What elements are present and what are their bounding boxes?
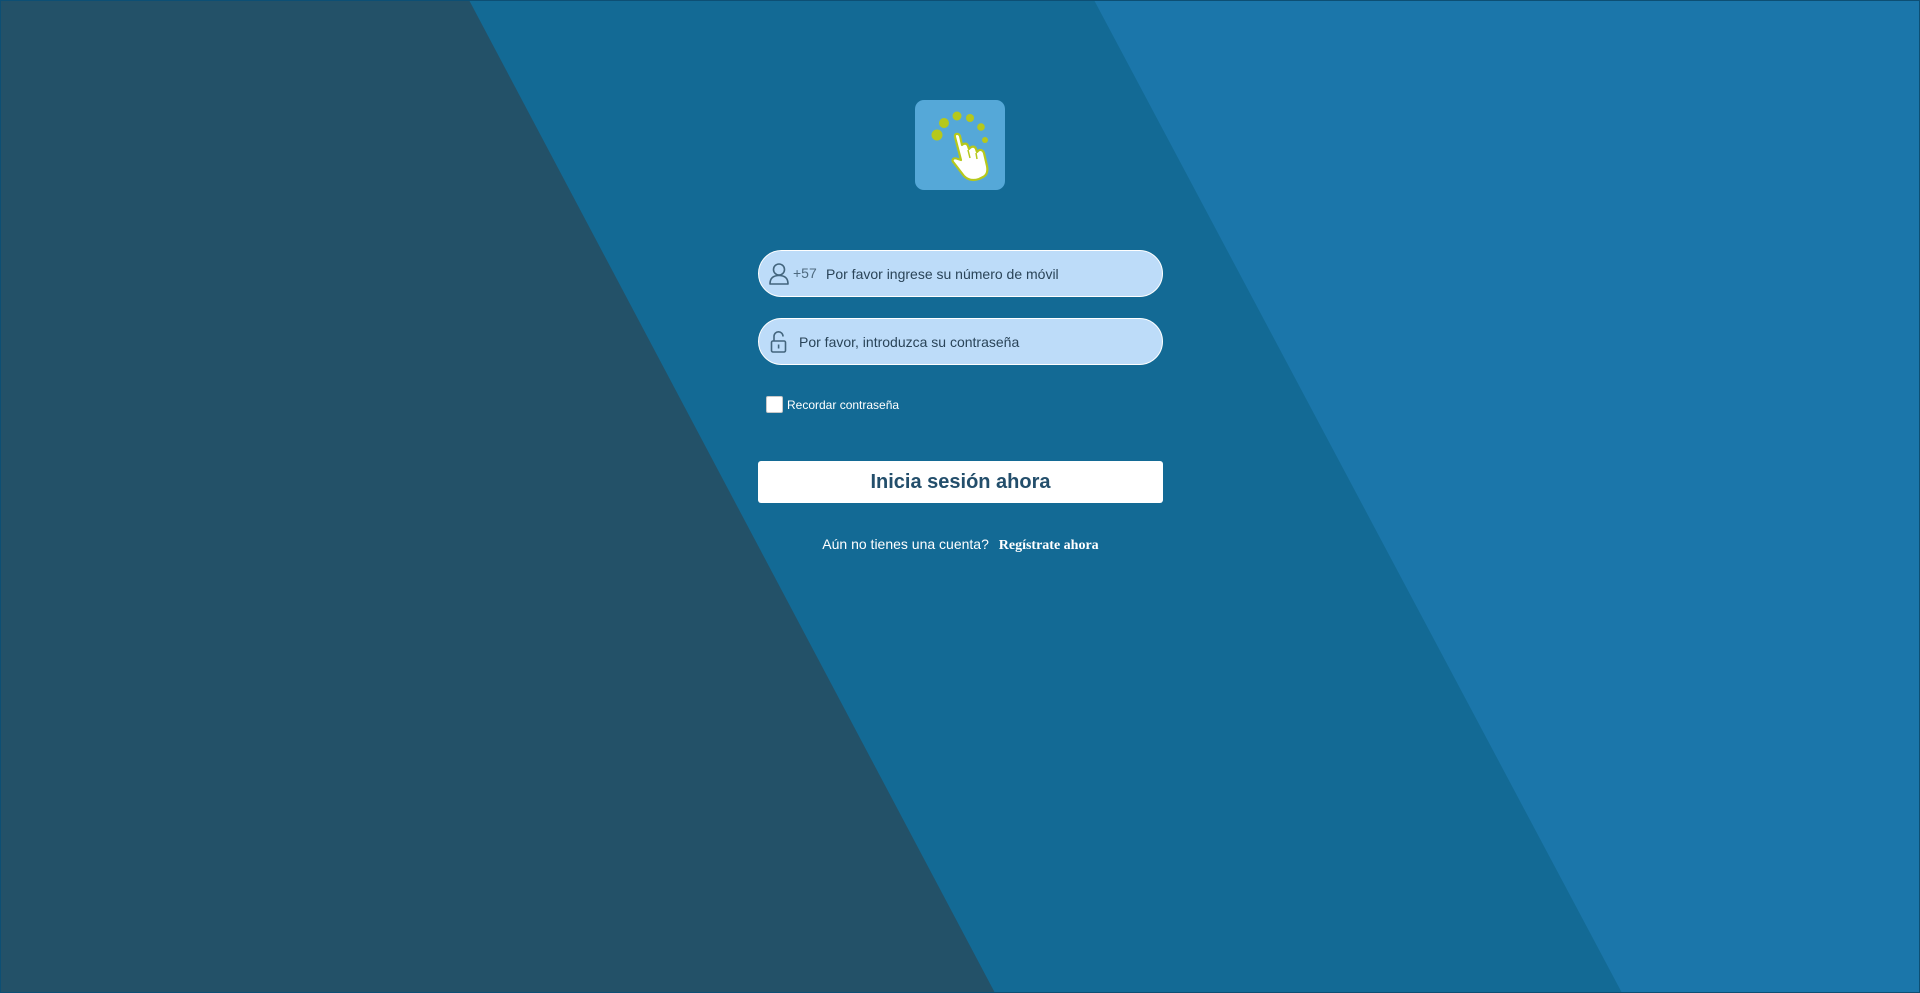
phone-number-input[interactable]	[826, 251, 1146, 296]
signup-link[interactable]: Regístrate ahora	[999, 538, 1099, 553]
signup-prompt: Aún no tienes una cuenta?	[822, 536, 989, 552]
remember-password-label[interactable]: Recordar contraseña	[787, 398, 899, 412]
remember-password-row[interactable]: Recordar contraseña	[766, 396, 899, 413]
app-logo	[915, 100, 1005, 190]
login-form: +57 Recordar contraseña Inicia sesión ah…	[758, 250, 1163, 553]
password-input[interactable]	[799, 319, 1149, 364]
phone-field[interactable]: +57	[758, 250, 1163, 297]
tap-hand-logo-icon	[931, 111, 989, 182]
signup-row: Aún no tienes una cuenta? Regístrate aho…	[758, 536, 1163, 554]
password-field[interactable]	[758, 318, 1163, 365]
country-code-prefix: +57	[793, 265, 817, 281]
remember-password-checkbox[interactable]	[766, 396, 783, 413]
lock-open-icon	[770, 330, 787, 353]
user-icon	[769, 263, 789, 285]
login-button[interactable]: Inicia sesión ahora	[758, 461, 1163, 503]
